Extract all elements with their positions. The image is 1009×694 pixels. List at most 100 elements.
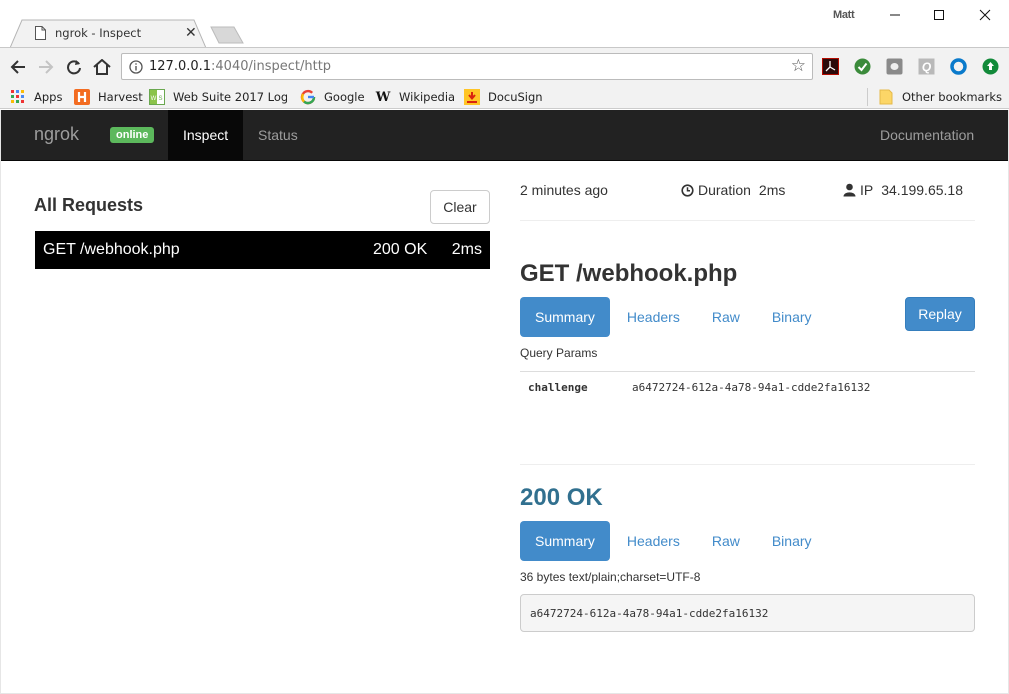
new-tab-button[interactable] [210, 26, 244, 44]
request-tab-raw[interactable]: Raw [697, 297, 755, 337]
tab-close-icon[interactable]: ✕ [185, 25, 197, 39]
response-title: 200 OK [520, 484, 603, 511]
websuite-icon: WS [149, 89, 165, 105]
home-button[interactable] [92, 57, 112, 77]
url-text[interactable]: 127.0.0.1:4040/inspect/http [149, 59, 331, 74]
nav-documentation[interactable]: Documentation [865, 110, 989, 160]
folder-icon [879, 89, 893, 105]
clear-button[interactable]: Clear [430, 190, 490, 224]
app-navbar: ngrok online Inspect Status Documentatio… [1, 110, 1008, 161]
green-upload-extension-icon[interactable] [982, 58, 999, 75]
status-badge: online [110, 127, 155, 143]
request-ip-meta: IP 34.199.65.18 [843, 182, 963, 198]
request-time: 2 minutes ago [520, 182, 608, 198]
url-path: :4040/inspect/http [211, 59, 332, 74]
forward-arrow-icon [39, 60, 54, 74]
duration-label: Duration [698, 182, 751, 198]
response-tab-binary[interactable]: Binary [757, 521, 827, 561]
reload-icon [67, 60, 81, 75]
tab-title: ngrok - Inspect [55, 26, 142, 40]
close-icon [979, 9, 991, 21]
request-row[interactable]: GET /webhook.php 200 OK 2ms [35, 231, 490, 269]
request-status: 200 OK [373, 241, 428, 258]
bookmark-wikipedia[interactable]: W Wikipedia [375, 88, 455, 106]
gray-extension-icon[interactable] [886, 58, 903, 75]
window-border-left [0, 110, 1, 694]
time-ago: 2 minutes ago [520, 182, 608, 198]
response-body-info: 36 bytes text/plain;charset=UTF-8 [520, 570, 701, 584]
bookmark-label: DocuSign [488, 90, 543, 104]
q-extension-icon[interactable]: Q [918, 58, 935, 75]
home-icon [93, 59, 111, 75]
ip-label: IP [860, 182, 874, 198]
bookmark-label: Apps [34, 90, 63, 104]
request-duration: 2ms [451, 241, 482, 258]
replay-button[interactable]: Replay [905, 297, 975, 331]
svg-text:W: W [151, 96, 157, 102]
bookmark-docusign[interactable]: DocuSign [464, 88, 543, 106]
bookmark-star-icon[interactable]: ☆ [791, 57, 806, 75]
param-key: challenge [528, 381, 588, 394]
browser-titlebar: ngrok - Inspect ✕ Matt [0, 0, 1009, 48]
response-tabs: Summary Headers Raw Binary [520, 521, 829, 561]
response-tab-headers[interactable]: Headers [612, 521, 695, 561]
other-bookmarks-label: Other bookmarks [902, 90, 1002, 104]
request-tab-summary[interactable]: Summary [520, 297, 610, 337]
request-tab-binary[interactable]: Binary [757, 297, 827, 337]
bookmark-label: Harvest [98, 90, 143, 104]
bookmark-label: Wikipedia [399, 90, 456, 104]
wikipedia-icon: W [375, 89, 391, 105]
response-tab-raw[interactable]: Raw [697, 521, 755, 561]
svg-text:Q: Q [922, 60, 932, 74]
request-duration-meta: Duration 2ms [681, 182, 785, 198]
minimize-icon [890, 14, 900, 16]
all-requests-title: All Requests [34, 195, 144, 215]
nav-inspect[interactable]: Inspect [168, 110, 244, 160]
google-icon [300, 89, 316, 105]
browser-toolbar: 127.0.0.1:4040/inspect/http ☆ Q [0, 47, 1009, 85]
request-title: GET /webhook.php [520, 260, 738, 287]
back-button[interactable] [8, 57, 28, 77]
url-host: 127.0.0.1 [149, 59, 212, 74]
bookmark-label: Web Suite 2017 Login [173, 90, 287, 104]
request-tabs: Summary Headers Raw Binary [520, 297, 829, 337]
forward-button[interactable] [36, 57, 56, 77]
bookmark-websuite[interactable]: WS Web Suite 2017 Login [149, 88, 287, 106]
bookmark-apps[interactable]: Apps [10, 88, 62, 106]
request-tab-headers[interactable]: Headers [612, 297, 695, 337]
brand-logo[interactable]: ngrok [34, 124, 79, 145]
divider [520, 220, 975, 221]
maximize-button[interactable] [916, 0, 962, 30]
query-params-label: Query Params [520, 346, 598, 360]
bookmarks-separator [867, 88, 868, 106]
response-tab-summary[interactable]: Summary [520, 521, 610, 561]
minimize-button[interactable] [872, 0, 918, 30]
checkmark-extension-icon[interactable] [854, 58, 871, 75]
other-bookmarks[interactable]: Other bookmarks [878, 88, 1002, 106]
user-icon [843, 183, 856, 197]
request-method-path: GET /webhook.php [43, 241, 180, 258]
divider [520, 464, 975, 465]
blue-ring-extension-icon[interactable] [950, 58, 967, 75]
param-value: a6472724-612a-4a78-94a1-cdde2fa16132 [632, 381, 871, 394]
reload-button[interactable] [64, 57, 84, 77]
apps-grid-icon [11, 90, 24, 103]
duration-value: 2ms [758, 182, 786, 198]
page-icon [35, 26, 46, 40]
bookmark-harvest[interactable]: Harvest [74, 88, 143, 106]
maximize-icon [934, 10, 944, 20]
clock-icon [681, 183, 694, 197]
close-window-button[interactable] [962, 0, 1008, 30]
adobe-acrobat-icon[interactable] [822, 58, 839, 75]
profile-name[interactable]: Matt [833, 9, 855, 21]
nav-status[interactable]: Status [243, 110, 313, 160]
browser-tab[interactable]: ngrok - Inspect ✕ [10, 19, 206, 48]
address-bar[interactable]: 127.0.0.1:4040/inspect/http ☆ [121, 53, 813, 80]
bookmark-google[interactable]: Google [300, 88, 365, 106]
back-arrow-icon [10, 60, 25, 74]
query-param-row: challenge a6472724-612a-4a78-94a1-cdde2f… [520, 371, 975, 403]
svg-text:S: S [158, 96, 162, 102]
info-icon[interactable] [129, 60, 143, 74]
bookmarks-bar: Apps Harvest WS Web Suite 2017 Login Goo… [0, 85, 1009, 109]
bookmark-label: Google [324, 90, 365, 104]
